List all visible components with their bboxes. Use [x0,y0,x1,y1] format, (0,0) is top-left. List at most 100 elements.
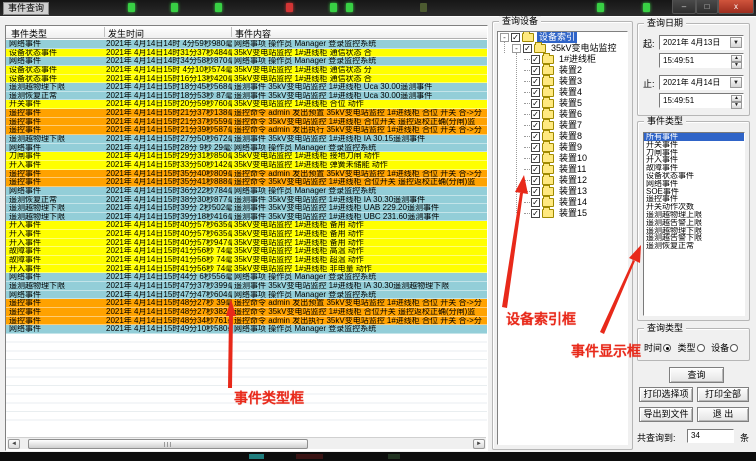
tree-item-device[interactable]: ✓装置3 [498,76,627,87]
spinner-down-icon[interactable]: ▼ [731,102,742,109]
event-type-list[interactable]: 所有事件开关事件刀闸事件开入事件故障事件设备状态事件网络事件SOE事件遥控事件开… [643,132,745,316]
table-row[interactable]: 遥控事件2021年 4月14日15时35分41秒888毫秒遥控命令 35kV变电… [6,178,487,187]
table-row[interactable]: 故障事件2021年 4月14日15时41分56秒 74毫秒35kV变电站监控 1… [6,256,487,265]
checkbox-checked-icon[interactable]: ✓ [531,143,540,152]
table-row[interactable]: 遥控事件2021年 4月14日15时48分34秒761毫秒遥控命令 admin … [6,317,487,326]
tree-item-substation[interactable]: -✓35kV变电站监控 [498,43,627,54]
chevron-down-icon[interactable]: ▼ [730,37,742,48]
table-row[interactable]: 遥控事件2021年 4月14日15时48分27秒 39毫秒遥控命令 admin … [6,299,487,308]
table-row[interactable]: 设备状态事件2021年 4月14日15时 4分10秒574毫秒35kV变电站监控… [6,66,487,75]
export-button[interactable]: 导出到文件 [639,407,693,422]
event-type-item[interactable]: 所有事件 [644,133,744,141]
tree-item-device[interactable]: ✓1#进线柜 [498,54,627,65]
event-type-item[interactable]: 遥测越物理下限 [644,227,744,235]
event-type-item[interactable]: 故障事件 [644,164,744,172]
table-row[interactable]: 遥测恢复正常2021年 4月14日15时38分30秒877毫秒遥测事件 35kV… [6,196,487,205]
table-row[interactable]: 故障事件2021年 4月14日15时41分56秒 74毫秒35kV变电站监控 1… [6,247,487,256]
tree-item-device[interactable]: ✓装置15 [498,208,627,219]
to-date-picker[interactable]: 2021年 4月14日 ▼ [659,75,744,90]
table-row[interactable]: 遥控事件2021年 4月14日15时48分27秒382毫秒遥控命令 35kV变电… [6,308,487,317]
from-time-field[interactable]: 15:49:51 ▲▼ [659,53,744,68]
column-header-content[interactable]: 事件内容 [235,27,271,40]
tree-item-device[interactable]: ✓装置10 [498,153,627,164]
tree-collapse-icon[interactable]: - [512,44,521,53]
table-row[interactable]: 网络事件2021年 4月14日14时34分58秒870毫秒网络事项 操作员 Ma… [6,57,487,66]
to-time-field[interactable]: 15:49:51 ▲▼ [659,93,744,108]
checkbox-checked-icon[interactable]: ✓ [531,88,540,97]
event-type-item[interactable]: 遥控事件 [644,195,744,203]
tree-item-device[interactable]: ✓装置13 [498,186,627,197]
tree-collapse-icon[interactable]: - [500,33,509,42]
table-row[interactable]: 网络事件2021年 4月14日15时49分10秒580毫秒网络事项 操作员 Ma… [6,325,487,334]
spinner-up-icon[interactable]: ▲ [731,95,742,102]
checkbox-checked-icon[interactable]: ✓ [531,99,540,108]
table-row[interactable]: 遥测越物理下限2021年 4月14日15时39分18秒416毫秒遥测事件 35k… [6,213,487,222]
tree-item-root[interactable]: -✓设备索引 [498,32,627,43]
checkbox-checked-icon[interactable]: ✓ [531,209,540,218]
spinner-up-icon[interactable]: ▲ [731,55,742,62]
tree-item-device[interactable]: ✓装置11 [498,164,627,175]
checkbox-checked-icon[interactable]: ✓ [531,121,540,130]
table-row[interactable]: 网络事件2021年 4月14日15时28分 9秒 29毫秒网络事项 操作员 Ma… [6,144,487,153]
radio-type[interactable] [697,344,705,352]
scrollbar-thumb[interactable] [28,439,308,449]
table-row[interactable]: 网络事件2021年 4月14日15时47分47秒604毫秒网络事项 操作员 Ma… [6,291,487,300]
table-row[interactable]: 开入事件2021年 4月14日15时41分56秒 74毫秒35kV变电站监控 1… [6,265,487,274]
table-row[interactable]: 遥控事件2021年 4月14日15时21分37秒138毫秒遥控命令 admin … [6,109,487,118]
table-row[interactable]: 遥测越物理下限2021年 4月14日15时47分37秒399毫秒遥测事件 35k… [6,282,487,291]
event-type-item[interactable]: 设备状态事件 [644,172,744,180]
table-row[interactable]: 遥测恢复正常2021年 4月14日15时18分53秒 87毫秒遥测事件 35kV… [6,92,487,101]
print-selected-button[interactable]: 打印选择项 [639,387,693,402]
tree-item-device[interactable]: ✓装置2 [498,65,627,76]
table-row[interactable]: 遥控事件2021年 4月14日15时21分39秒587毫秒遥控命令 admin … [6,126,487,135]
table-row[interactable]: 遥控事件2021年 4月14日15时21分37秒559毫秒遥控命令 35kV变电… [6,118,487,127]
table-row[interactable]: 设备状态事件2021年 4月14日15时16分13秒420毫秒35kV变电站监控… [6,75,487,84]
column-header-time[interactable]: 发生时间 [108,27,144,40]
tree-item-device[interactable]: ✓装置4 [498,87,627,98]
event-type-item[interactable]: 开关事件 [644,141,744,149]
checkbox-checked-icon[interactable]: ✓ [511,33,520,42]
tree-item-device[interactable]: ✓装置8 [498,131,627,142]
close-button[interactable]: x [718,0,754,14]
table-row[interactable]: 设备状态事件2021年 4月14日14时31分37秒484毫秒35kV变电站监控… [6,49,487,58]
table-row[interactable]: 网络事件2021年 4月14日15时36分22秒784毫秒网络事项 操作员 Ma… [6,187,487,196]
event-type-item[interactable]: 网络事件 [644,180,744,188]
table-row[interactable]: 开入事件2021年 4月14日15时33分50秒142毫秒35kV变电站监控 1… [6,161,487,170]
table-row[interactable]: 刀闸事件2021年 4月14日15时29分31秒850毫秒35kV变电站监控 1… [6,152,487,161]
chevron-down-icon[interactable]: ▼ [730,77,742,88]
column-separator[interactable] [231,27,232,37]
checkbox-checked-icon[interactable]: ✓ [531,55,540,64]
radio-time[interactable] [663,344,671,352]
checkbox-checked-icon[interactable]: ✓ [531,132,540,141]
time-spinner[interactable]: ▲▼ [731,95,742,106]
event-type-item[interactable]: 遥测恢复正常 [644,242,744,250]
checkbox-checked-icon[interactable]: ✓ [531,110,540,119]
event-type-item[interactable]: 遥测越物理上限 [644,211,744,219]
checkbox-checked-icon[interactable]: ✓ [531,176,540,185]
query-button[interactable]: 查询 [669,367,724,383]
minimize-button[interactable]: – [672,0,696,14]
maximize-button[interactable]: □ [696,0,718,14]
print-all-button[interactable]: 打印全部 [697,387,749,402]
spinner-down-icon[interactable]: ▼ [731,62,742,69]
checkbox-checked-icon[interactable]: ✓ [523,44,532,53]
event-type-item[interactable]: 遥测越告警上限 [644,219,744,227]
scroll-right-icon[interactable]: ► [473,439,485,449]
column-separator[interactable] [104,27,105,37]
table-row[interactable]: 开入事件2021年 4月14日15时40分57秒635毫秒35kV变电站监控 1… [6,221,487,230]
checkbox-checked-icon[interactable]: ✓ [531,165,540,174]
event-type-item[interactable]: 开关动作次数 [644,203,744,211]
event-type-item[interactable]: 遥测越告警下限 [644,234,744,242]
radio-device[interactable] [730,344,738,352]
checkbox-checked-icon[interactable]: ✓ [531,66,540,75]
column-header-type[interactable]: 事件类型 [11,27,47,40]
tree-item-device[interactable]: ✓装置7 [498,120,627,131]
checkbox-checked-icon[interactable]: ✓ [531,198,540,207]
table-row[interactable]: 开入事件2021年 4月14日15时40分57秒635毫秒35kV变电站监控 1… [6,230,487,239]
event-type-item[interactable]: 开入事件 [644,156,744,164]
checkbox-checked-icon[interactable]: ✓ [531,77,540,86]
table-row[interactable]: 开入事件2021年 4月14日15时40分57秒947毫秒35kV变电站监控 1… [6,239,487,248]
table-row[interactable]: 遥测越物理下限2021年 4月14日15时39分 2秒502毫秒遥测事件 35k… [6,204,487,213]
horizontal-scrollbar[interactable]: ◄ ► [7,437,486,449]
table-row[interactable]: 网络事件2021年 4月14日14时 4分59秒980毫秒网络事项 操作员 Ma… [6,40,487,49]
